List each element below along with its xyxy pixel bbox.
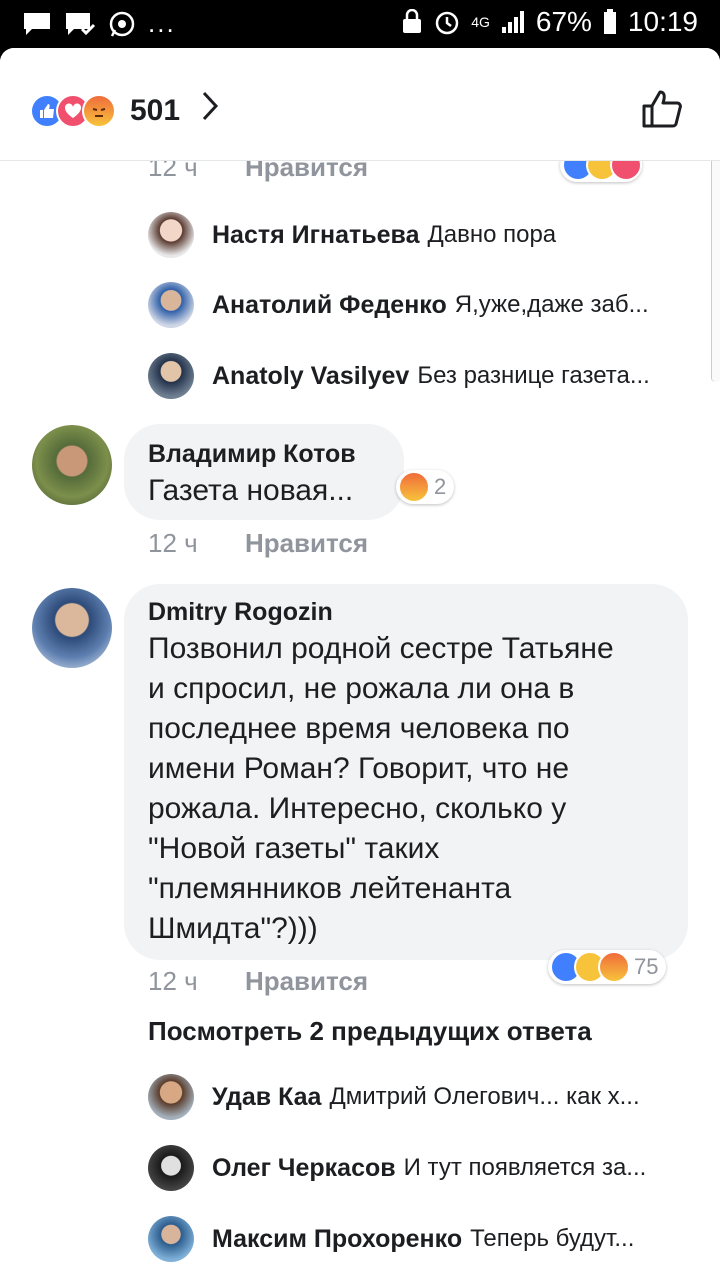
angry-icon: [82, 93, 116, 128]
comment-bubble[interactable]: Dmitry Rogozin Позвонил родной сестре Та…: [124, 584, 688, 960]
like-post-button[interactable]: [640, 86, 684, 135]
avatar[interactable]: [148, 353, 194, 399]
like-link[interactable]: Нравится: [245, 966, 368, 996]
scrollbar[interactable]: [711, 146, 720, 382]
signal-icon: [501, 11, 524, 33]
comment-line: рожала. Интересно, сколько у: [148, 792, 567, 825]
comment-bubble[interactable]: Владимир Котов Газета новая...: [124, 424, 404, 520]
comment-line: и спросил, не рожала ли она в: [148, 672, 575, 705]
comment-line: "племянников лейтенанта: [148, 872, 512, 905]
reaction-count: 2: [434, 474, 447, 499]
alarm-icon: [435, 11, 459, 35]
comment-meta: 12 ч Нравится: [148, 966, 368, 997]
comment-author[interactable]: Dmitry Rogozin: [148, 598, 664, 627]
avatar[interactable]: [32, 425, 112, 505]
avatar[interactable]: [148, 1145, 194, 1191]
reply-text: И тут появляется за...: [403, 1154, 647, 1181]
reply-author[interactable]: Максим Прохоренко: [212, 1225, 462, 1254]
thumbs-up-outline-icon: [642, 90, 682, 128]
avatar[interactable]: [148, 1074, 194, 1120]
comment-text: Позвонил родной сестре Татьяне и спросил…: [148, 629, 664, 949]
avatar[interactable]: [148, 212, 194, 258]
message-check-icon: [66, 12, 96, 35]
reply-author[interactable]: Anatoly Vasilyev: [212, 362, 409, 391]
comment-line: имени Роман? Говорит, что не: [148, 752, 570, 785]
clock: 10:19: [627, 6, 698, 37]
avatar[interactable]: [148, 282, 194, 328]
reply-author[interactable]: Настя Игнатьева: [212, 221, 419, 250]
reply-author[interactable]: Удав Каа: [212, 1083, 321, 1112]
comment-line: Шмидта"?))): [148, 912, 318, 945]
angry-icon: [598, 951, 630, 983]
status-bar: ... 4G 67% 10:19: [0, 0, 720, 46]
like-link[interactable]: Нравится: [245, 528, 368, 558]
comment-line: последнее время человека по: [148, 712, 570, 745]
battery-percent: 67%: [535, 6, 592, 37]
reply-text: Теперь будут...: [470, 1225, 635, 1252]
system-icons: 4G 67% 10:19: [401, 6, 698, 38]
avatar[interactable]: [32, 588, 112, 668]
avatar[interactable]: [148, 1216, 194, 1262]
more-notifications: ...: [148, 8, 176, 38]
reply-item[interactable]: Anatoly Vasilyev Без разнице газета...: [148, 351, 688, 401]
comment-meta: 12 ч Нравится: [148, 528, 368, 559]
comment-text: Газета новая...: [148, 474, 354, 507]
reactions-badge[interactable]: 75: [548, 950, 667, 984]
lock-icon: [403, 9, 422, 33]
comment-author[interactable]: Владимир Котов: [148, 440, 380, 469]
whatsapp-icon: [109, 11, 135, 37]
reply-text: Дмитрий Олегович... как х...: [329, 1083, 640, 1110]
reply-author[interactable]: Анатолий Феденко: [212, 291, 447, 320]
reply-item[interactable]: Удав Каа Дмитрий Олегович... как х...: [148, 1072, 678, 1122]
reply-author[interactable]: Олег Черкасов: [212, 1154, 396, 1183]
view-previous-replies[interactable]: Посмотреть 2 предыдущих ответа: [148, 1016, 592, 1047]
reply-text: Без разнице газета...: [417, 362, 650, 389]
notification-icons: ...: [22, 8, 176, 39]
reply-item[interactable]: Настя Игнатьева Давно пора: [148, 210, 688, 260]
reaction-count: 75: [634, 954, 659, 979]
comments-sheet: 501 12 ч Нравится Настя Игнатьева Давно …: [0, 48, 720, 1280]
reply-item[interactable]: Максим Прохоренко Теперь будут...: [148, 1214, 678, 1264]
reply-item[interactable]: Олег Черкасов И тут появляется за...: [148, 1143, 678, 1193]
comment-line: Позвонил родной сестре Татьяне: [148, 632, 614, 665]
comment-line: "Новой газеты" таких: [148, 832, 440, 865]
reactions-summary[interactable]: 501: [30, 90, 220, 131]
reactions-total: 501: [130, 93, 181, 127]
reply-item[interactable]: Анатолий Феденко Я,уже,даже заб...: [148, 280, 688, 330]
reply-text: Я,уже,даже заб...: [454, 291, 649, 318]
comment-time: 12 ч: [148, 966, 198, 996]
angry-icon: [398, 471, 430, 503]
chevron-right-icon[interactable]: [200, 90, 220, 131]
battery-icon: [603, 9, 616, 34]
network-label: 4G: [471, 14, 490, 30]
message-icon: [24, 12, 50, 35]
reply-text: Давно пора: [427, 221, 557, 248]
comment-time: 12 ч: [148, 528, 198, 558]
reactions-header: 501: [0, 48, 720, 161]
reactions-badge[interactable]: 2: [396, 470, 455, 504]
